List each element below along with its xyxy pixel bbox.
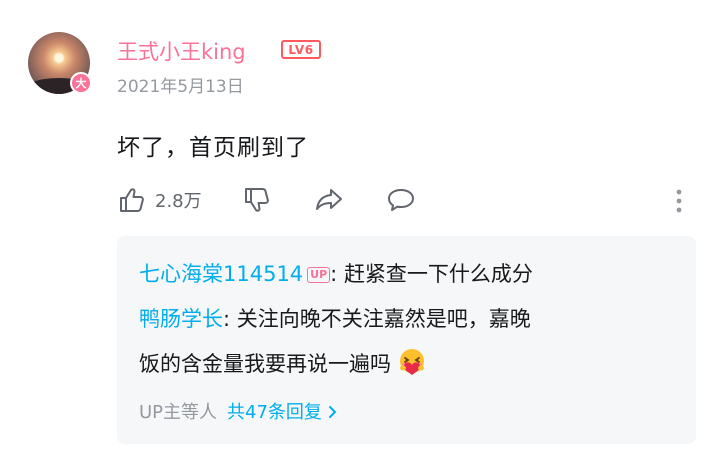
level-badge: LV6 — [281, 40, 321, 59]
reply-item[interactable]: 鸭肠学长: 关注向晚不关注嘉然是吧，嘉晚 — [139, 303, 531, 333]
heart-hug-emoji-icon — [397, 347, 427, 377]
chevron-right-icon[interactable] — [328, 403, 338, 424]
reply-box[interactable]: 七心海棠114514 UP: 赶紧查一下什么成分 鸭肠学长: 关注向晚不关注嘉然是… — [117, 236, 696, 444]
view-replies-link[interactable]: UP主等人 共47条回复 — [139, 398, 338, 424]
comment-avatar-wrap[interactable]: 大 — [28, 32, 92, 94]
thumbs-up-icon[interactable] — [117, 185, 147, 215]
reply-author-name[interactable]: 鸭肠学长 — [139, 307, 223, 331]
reply-author-name[interactable]: 七心海棠114514 — [139, 262, 303, 286]
more-vertical-icon[interactable] — [669, 186, 689, 216]
vip-badge: 大 — [70, 72, 92, 94]
comment-text: 坏了，首页刷到了 — [117, 135, 309, 161]
reply-text: 关注向晚不关注嘉然是吧，嘉晚 — [236, 307, 531, 331]
reply-separator: : — [330, 262, 344, 286]
reply-separator: : — [223, 307, 237, 331]
reply-people: UP主等人 — [139, 402, 218, 423]
comment-icon[interactable] — [386, 185, 416, 215]
reply-text: 饭的含金量我要再说一遍吗 — [139, 352, 391, 376]
up-tag: UP — [307, 267, 331, 283]
reply-count[interactable]: 共47条回复 — [227, 402, 322, 423]
reply-text: 赶紧查一下什么成分 — [343, 262, 533, 286]
comment-actions: 2.8万 — [117, 182, 416, 218]
comment-date: 2021年5月13日 — [117, 77, 244, 97]
share-icon[interactable] — [314, 185, 344, 215]
reply-text-continued: 饭的含金量我要再说一遍吗 — [139, 347, 427, 378]
like-count: 2.8万 — [155, 191, 202, 212]
thumbs-down-icon[interactable] — [242, 185, 272, 215]
reply-item[interactable]: 七心海棠114514 UP: 赶紧查一下什么成分 — [139, 258, 533, 288]
username[interactable]: 王式小王king — [117, 36, 246, 66]
